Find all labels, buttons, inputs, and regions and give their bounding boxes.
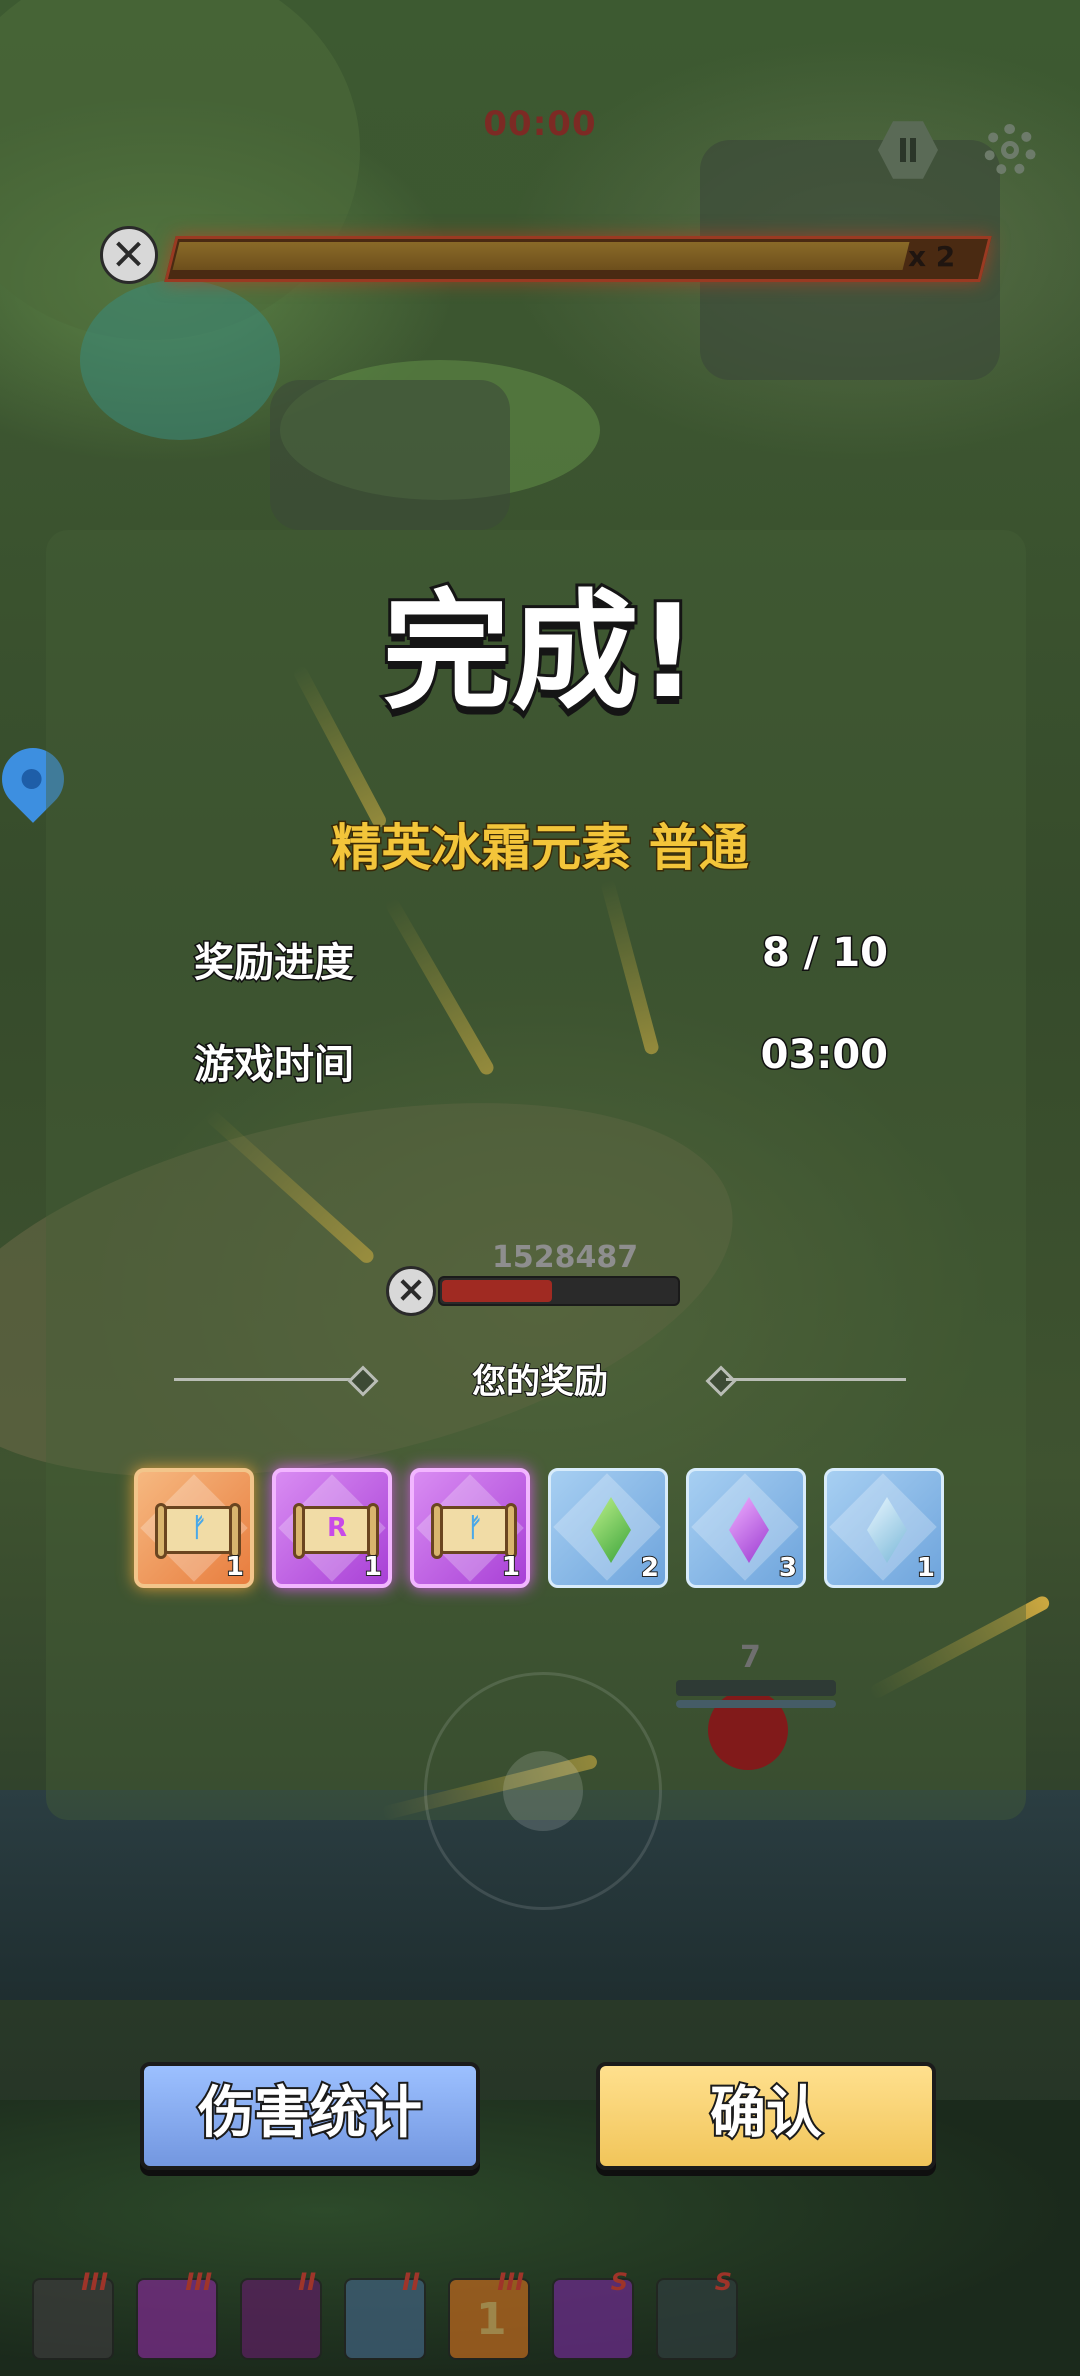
reward-count: 3: [778, 1552, 798, 1584]
reward-item-rune-scroll[interactable]: R 1: [272, 1468, 392, 1588]
stat-label: 奖励进度: [193, 939, 356, 988]
enemy-hp-number: 1528487: [492, 1240, 639, 1275]
game-timer: 00:00: [483, 104, 597, 144]
small-enemy-health-bar: [676, 1680, 836, 1696]
divider: [726, 1378, 906, 1381]
reward-item-gem[interactable]: 1: [824, 1468, 944, 1588]
enemy-health-bar: [438, 1276, 680, 1306]
skill-slot: III: [136, 2268, 218, 2360]
scroll-icon: R: [293, 1503, 379, 1559]
virtual-joystick[interactable]: [424, 1672, 662, 1910]
stage-name: 精英冰霜元素 普通: [330, 818, 750, 879]
skill-slot: III: [32, 2268, 114, 2360]
stat-value: 03:00: [759, 1031, 889, 1080]
scroll-icon: ᚠ: [155, 1503, 241, 1559]
pause-button[interactable]: [878, 120, 938, 180]
skill-slot: III 1: [448, 2268, 530, 2360]
skill-slot: S: [656, 2268, 738, 2360]
skull-icon: [100, 226, 158, 284]
reward-count: 1: [225, 1551, 245, 1583]
skill-slot: II: [240, 2268, 322, 2360]
reward-item-rune-scroll[interactable]: ᚠ 1: [410, 1468, 530, 1588]
rewards-title: 您的奖励: [471, 1361, 609, 1403]
skull-icon: [386, 1266, 436, 1316]
joystick-knob[interactable]: [503, 1751, 583, 1831]
reward-count: 1: [916, 1552, 936, 1584]
skill-slot: S: [552, 2268, 634, 2360]
result-title: 完成!: [380, 575, 700, 730]
reward-count: 2: [640, 1552, 660, 1584]
stat-row-reward-progress: 奖励进度 8 / 10: [193, 929, 890, 988]
boss-multiplier: x 2: [908, 240, 956, 273]
skill-slot: II: [344, 2268, 426, 2360]
stat-value: 8 / 10: [761, 929, 890, 978]
reward-item-gem[interactable]: 2: [548, 1468, 668, 1588]
confirm-button[interactable]: 确认: [596, 2062, 936, 2170]
scroll-icon: ᚠ: [431, 1503, 517, 1559]
reward-item-rune-scroll[interactable]: ᚠ 1: [134, 1468, 254, 1588]
reward-count: 1: [363, 1551, 383, 1583]
boss-health-bar: x 2: [100, 226, 992, 284]
stat-label: 游戏时间: [193, 1041, 356, 1090]
settings-button[interactable]: [980, 120, 1040, 180]
stat-row-game-time: 游戏时间 03:00: [193, 1031, 890, 1090]
small-enemy-number: 7: [740, 1640, 761, 1675]
reward-item-gem[interactable]: 3: [686, 1468, 806, 1588]
damage-stats-button[interactable]: 伤害统计: [140, 2062, 480, 2170]
reward-count: 1: [501, 1551, 521, 1583]
